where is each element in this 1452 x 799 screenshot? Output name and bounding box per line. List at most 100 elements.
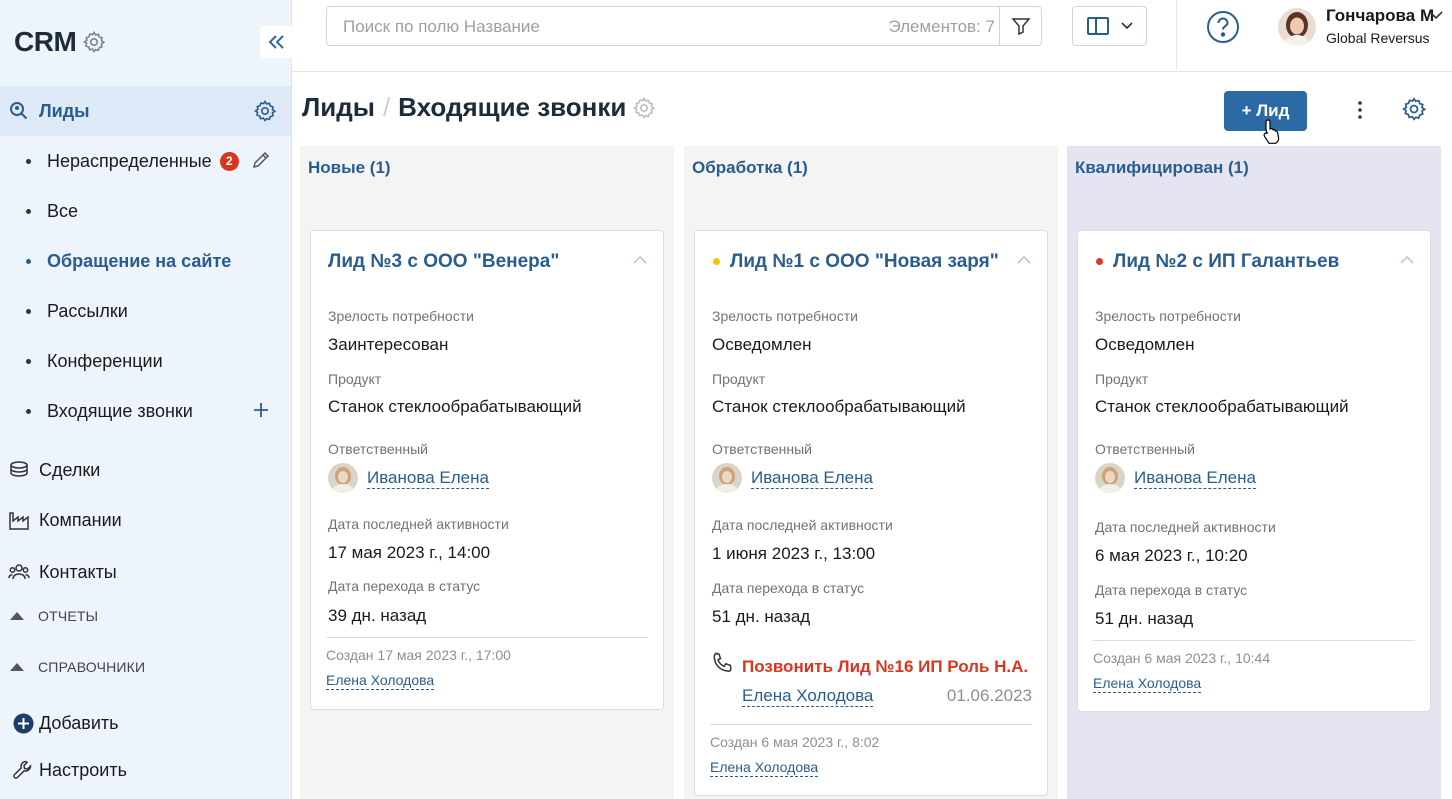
- chevron-down-icon: [1120, 22, 1133, 30]
- bullet: [26, 308, 31, 314]
- field-label: Продукт: [712, 371, 766, 387]
- page-title: Лиды / Входящие звонки: [302, 92, 656, 123]
- card-title[interactable]: Лид №2 с ИП Галантьев: [1113, 251, 1339, 273]
- nav-item-deals[interactable]: Сделки: [0, 450, 291, 490]
- responsible-avatar: [328, 463, 358, 493]
- responsible-link[interactable]: Иванова Елена: [367, 468, 489, 489]
- user-menu-chevron-icon[interactable]: [1429, 10, 1443, 20]
- status-dot: [713, 258, 720, 265]
- search-field[interactable]: Поиск по полю Название Элементов: 7: [326, 6, 1042, 46]
- configure-button[interactable]: Настроить: [0, 750, 291, 790]
- field-value: Осведомлен: [712, 335, 812, 354]
- user-name[interactable]: Гончарова М: [1326, 6, 1434, 26]
- lead-card[interactable]: Лид №3 с ООО "Венера" Зрелость потребнос…: [310, 230, 664, 710]
- task-person-link[interactable]: Елена Холодова: [742, 686, 874, 707]
- sidebar-subitem-conferences[interactable]: Конференции: [26, 346, 163, 376]
- card-header: Лид №2 с ИП Галантьев: [1078, 231, 1430, 291]
- sidebar-subitem-unassigned[interactable]: Нераспределенные 2: [26, 146, 239, 176]
- field-value: Осведомлен: [1095, 335, 1195, 354]
- created-by-link[interactable]: Елена Холодова: [710, 759, 819, 777]
- kanban-column-new: Новые (1) Лид №3 с ООО "Венера" Зрелость…: [300, 146, 674, 799]
- divider: [710, 724, 1032, 725]
- title-gear-icon[interactable]: [632, 96, 656, 120]
- responsible-link[interactable]: Иванова Елена: [1134, 468, 1256, 489]
- field-label: Дата последней активности: [712, 517, 893, 533]
- help-question-icon[interactable]: [1206, 10, 1240, 44]
- kanban-column-qualified: Квалифицирован (1) Лид №2 с ИП Галантьев…: [1067, 146, 1441, 799]
- chevron-up-icon[interactable]: [633, 255, 647, 264]
- responsible-avatar: [1095, 463, 1125, 493]
- sidebar-subitem-label: Входящие звонки: [47, 400, 193, 421]
- chevron-up-icon[interactable]: [1017, 255, 1031, 264]
- brand: CRM: [14, 26, 106, 58]
- field-label: Зрелость потребности: [712, 308, 858, 324]
- leads-settings-gear-icon[interactable]: [253, 99, 277, 123]
- section-directories[interactable]: СПРАВОЧНИКИ: [10, 655, 145, 679]
- breadcrumb-separator: /: [382, 92, 391, 122]
- companies-factory-icon: [9, 512, 29, 530]
- sidebar-subitem-label: Нераспределенные: [47, 150, 212, 171]
- add-plus-icon[interactable]: [252, 401, 270, 419]
- edit-pencil-icon[interactable]: [251, 150, 271, 170]
- card-header: Лид №1 с ООО "Новая заря": [695, 231, 1047, 291]
- user-org: Global Reversus: [1326, 30, 1430, 46]
- lead-card[interactable]: Лид №1 с ООО "Новая заря" Зрелость потре…: [694, 230, 1048, 796]
- sidebar-subitem-website-request[interactable]: Обращение на сайте: [26, 246, 231, 276]
- filter-button[interactable]: [999, 7, 1041, 45]
- field-value: 51 дн. назад: [1095, 609, 1194, 628]
- task-title-link[interactable]: Позвонить Лид №16 ИП Роль Н.А.: [742, 657, 1028, 677]
- nav-item-label: Компании: [39, 509, 122, 530]
- field-label: Ответственный: [1095, 441, 1195, 457]
- field-label: Продукт: [328, 371, 382, 387]
- sidebar-subitem-mailings[interactable]: Рассылки: [26, 296, 128, 326]
- card-title[interactable]: Лид №3 с ООО "Венера": [328, 251, 559, 273]
- field-label: Зрелость потребности: [1095, 308, 1241, 324]
- collapse-triangle-icon: [10, 663, 24, 671]
- lead-card[interactable]: Лид №2 с ИП Галантьев Зрелость потребнос…: [1077, 230, 1431, 712]
- breadcrumb-current: Входящие звонки: [398, 92, 627, 122]
- nav-item-contacts[interactable]: Контакты: [0, 552, 291, 592]
- bullet: [26, 408, 31, 414]
- created-by-link[interactable]: Елена Холодова: [326, 672, 435, 690]
- add-section-button[interactable]: Добавить: [0, 703, 291, 743]
- field-label: Зрелость потребности: [328, 308, 474, 324]
- field-label: Ответственный: [328, 441, 428, 457]
- responsible-link[interactable]: Иванова Елена: [751, 468, 873, 489]
- nav-item-leads-label: Лиды: [39, 100, 90, 121]
- double-chevron-left-icon: [268, 35, 284, 49]
- sidebar-subitem-label: Обращение на сайте: [47, 250, 232, 271]
- divider: [1176, 0, 1177, 70]
- add-section-label: Добавить: [39, 712, 119, 733]
- section-reports[interactable]: ОТЧЕТЫ: [10, 604, 98, 628]
- unassigned-count-badge: 2: [219, 151, 239, 171]
- created-info: Создан 6 мая 2023 г., 10:44: [1093, 650, 1271, 666]
- column-title: Квалифицирован (1): [1075, 158, 1249, 177]
- chevron-up-icon[interactable]: [1400, 255, 1414, 264]
- nav-item-leads[interactable]: Лиды: [0, 91, 291, 131]
- more-vertical-icon[interactable]: [1350, 98, 1370, 122]
- responsible-avatar: [712, 463, 742, 493]
- breadcrumb-root[interactable]: Лиды: [302, 92, 375, 123]
- section-label: СПРАВОЧНИКИ: [38, 659, 146, 675]
- topbar: Поиск по полю Название Элементов: 7 Гонч…: [292, 0, 1452, 72]
- bullet: [26, 158, 31, 164]
- brand-gear-icon[interactable]: [82, 30, 106, 54]
- sidebar-subitem-incoming-calls[interactable]: Входящие звонки: [26, 396, 193, 426]
- sidebar-subitem-all[interactable]: Все: [26, 196, 78, 226]
- user-avatar[interactable]: [1278, 8, 1316, 46]
- collapse-sidebar-button[interactable]: [260, 26, 292, 58]
- bullet: [26, 208, 31, 214]
- nav-item-companies[interactable]: Компании: [0, 500, 291, 540]
- settings-gear-icon[interactable]: [1401, 96, 1427, 122]
- field-value: Станок стеклообрабатывающий: [1095, 397, 1349, 416]
- created-by-link[interactable]: Елена Холодова: [1093, 675, 1202, 693]
- card-title[interactable]: Лид №1 с ООО "Новая заря": [730, 251, 999, 273]
- nav-item-label: Контакты: [39, 561, 117, 582]
- leads-search-icon: [10, 102, 28, 120]
- field-label: Дата перехода в статус: [328, 578, 481, 594]
- view-mode-button[interactable]: [1072, 6, 1147, 46]
- user-photo: [1278, 8, 1316, 46]
- field-value: Станок стеклообрабатывающий: [328, 397, 582, 416]
- search-input[interactable]: Поиск по полю Название: [343, 17, 540, 37]
- section-label: ОТЧЕТЫ: [38, 608, 99, 624]
